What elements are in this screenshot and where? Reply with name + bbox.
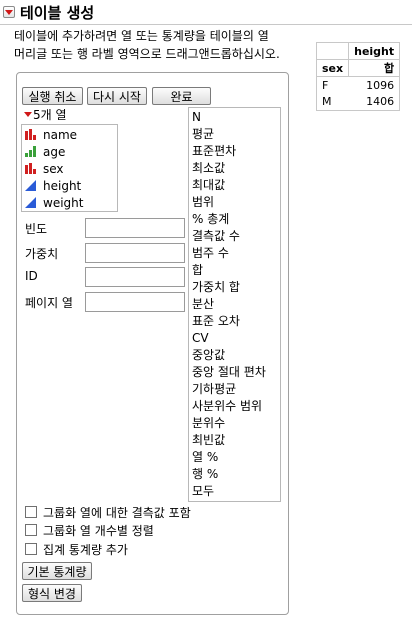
weight-drop-zone[interactable] — [85, 243, 185, 263]
cancel-button[interactable]: 실행 취소 — [22, 87, 83, 105]
list-item[interactable]: 합 — [189, 262, 280, 279]
result-corner-cell — [315, 42, 350, 60]
add-agg-stats-option[interactable]: 집계 통계량 추가 — [25, 540, 128, 558]
id-label: ID — [25, 269, 38, 283]
statistics-list[interactable]: N 평균 표준편차 최소값 최대값 범위 % 총계 결측값 수 범주 수 합 가… — [188, 107, 281, 502]
page-title: 테이블 생성 — [20, 4, 95, 22]
result-stat-header[interactable]: 합 — [348, 59, 401, 77]
list-item[interactable]: 최대값 — [189, 177, 280, 194]
result-row-label: M — [315, 93, 349, 111]
list-item[interactable]: sex — [22, 160, 117, 177]
list-item[interactable]: 열 % — [189, 449, 280, 466]
order-by-count-checkbox[interactable] — [25, 524, 37, 536]
add-agg-stats-label: 집계 통계량 추가 — [43, 542, 128, 557]
nominal-icon — [25, 163, 36, 174]
list-item[interactable]: 사분위수 범위 — [189, 398, 280, 415]
outline-disclosure-icon[interactable] — [3, 6, 15, 18]
list-item[interactable]: 범주 수 — [189, 245, 280, 262]
include-missing-label: 그룹화 열에 대한 결측값 포함 — [43, 505, 191, 520]
table-row: F 1096 — [315, 76, 401, 94]
column-name: weight — [43, 195, 84, 210]
list-item[interactable]: 가중치 합 — [189, 279, 280, 296]
weight-label: 가중치 — [25, 247, 59, 261]
include-missing-option[interactable]: 그룹화 열에 대한 결측값 포함 — [25, 503, 191, 521]
result-row-label-header[interactable]: sex — [315, 59, 349, 77]
list-item[interactable]: 평균 — [189, 126, 280, 143]
change-format-button[interactable]: 형식 변경 — [22, 584, 82, 602]
freq-drop-zone[interactable] — [85, 218, 185, 238]
done-button[interactable]: 완료 — [152, 87, 211, 105]
list-item[interactable]: 범위 — [189, 194, 280, 211]
list-item[interactable]: 표준편차 — [189, 143, 280, 160]
column-name: name — [43, 127, 78, 142]
list-item[interactable]: 중앙값 — [189, 347, 280, 364]
result-cell: 1406 — [348, 93, 401, 111]
list-item[interactable]: N — [189, 109, 280, 126]
result-row-label: F — [315, 76, 349, 94]
order-by-count-option[interactable]: 그룹화 열 개수별 정렬 — [25, 521, 154, 539]
list-item[interactable]: 중앙 절대 편차 — [189, 364, 280, 381]
list-item[interactable]: % 총계 — [189, 211, 280, 228]
id-drop-zone[interactable] — [85, 267, 185, 287]
continuous-icon — [25, 180, 36, 191]
freq-label: 빈도 — [25, 222, 48, 236]
table-row: M 1406 — [315, 93, 401, 111]
add-agg-stats-checkbox[interactable] — [25, 543, 37, 555]
columns-count-label: 5개 열 — [33, 108, 67, 122]
nominal-icon — [25, 129, 36, 140]
restart-button[interactable]: 다시 시작 — [87, 87, 147, 105]
page-column-label: 페이지 열 — [25, 296, 73, 310]
list-item[interactable]: CV — [189, 330, 280, 347]
column-name: sex — [43, 161, 64, 176]
default-statistics-button[interactable]: 기본 통계량 — [22, 562, 92, 580]
list-item[interactable]: 행 % — [189, 466, 280, 483]
column-name: age — [43, 144, 66, 159]
list-item[interactable]: height — [22, 177, 117, 194]
ordinal-icon — [25, 146, 36, 157]
page-column-drop-zone[interactable] — [85, 292, 185, 312]
list-item[interactable]: 최소값 — [189, 160, 280, 177]
list-item[interactable]: weight — [22, 194, 117, 211]
list-item[interactable]: 표준 오차 — [189, 313, 280, 330]
continuous-icon — [25, 197, 36, 208]
list-item[interactable]: 결측값 수 — [189, 228, 280, 245]
instruction-line-2: 머리글 또는 행 라벨 영역으로 드래그앤드롭하십시오. — [14, 47, 280, 61]
header-divider — [0, 24, 412, 25]
column-name: height — [43, 178, 82, 193]
columns-list[interactable]: name age sex height weight — [21, 124, 118, 212]
list-item[interactable]: 분산 — [189, 296, 280, 313]
columns-disclosure-icon[interactable] — [24, 112, 32, 117]
list-item[interactable]: 분위수 — [189, 415, 280, 432]
instruction-line-1: 테이블에 추가하려면 열 또는 통계량을 테이블의 열 — [14, 29, 269, 43]
list-item[interactable]: name — [22, 126, 117, 143]
list-item[interactable]: age — [22, 143, 117, 160]
result-column-header[interactable]: height — [348, 42, 401, 60]
include-missing-checkbox[interactable] — [25, 506, 37, 518]
result-table[interactable]: height sex 합 F 1096 M 1406 — [315, 42, 401, 111]
result-cell: 1096 — [348, 76, 401, 94]
list-item[interactable]: 기하평균 — [189, 381, 280, 398]
list-item[interactable]: 최빈값 — [189, 432, 280, 449]
list-item[interactable]: 모두 — [189, 483, 280, 500]
order-by-count-label: 그룹화 열 개수별 정렬 — [43, 523, 154, 538]
